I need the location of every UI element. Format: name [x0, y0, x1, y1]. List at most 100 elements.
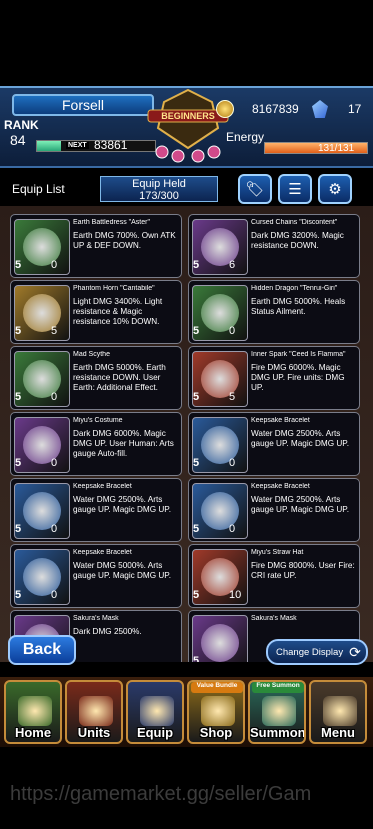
nav-units-icon: [79, 696, 113, 726]
app-root: Forsell RANK 84 NEXT 83861 BEGINNERS 816…: [0, 0, 373, 829]
player-name[interactable]: Forsell: [12, 94, 154, 116]
equip-thumbnail: [14, 285, 70, 341]
equip-title: Miyu's Straw Hat: [251, 549, 304, 556]
rank-value: 84: [10, 132, 26, 148]
equip-level: 10: [229, 589, 242, 601]
equip-thumbnail: [14, 351, 70, 407]
nav-summon-icon: [262, 696, 296, 726]
equip-stars: 5: [15, 589, 22, 601]
equip-card[interactable]: 5 5 Phantom Horn "Cantabile" Light DMG 3400…: [10, 280, 182, 344]
equip-held-label: Equip Held: [132, 178, 186, 190]
equip-card[interactable]: 5 0 Keepsake Bracelet Water DMG 2500%. Arts…: [188, 478, 360, 542]
equip-card[interactable]: 5 0 Keepsake Bracelet Water DMG 5000%. Arts…: [10, 544, 182, 608]
settings-button[interactable]: ⚙: [318, 174, 352, 204]
equip-level: 0: [229, 325, 236, 337]
equip-description: Dark DMG 3200%. Magic resistance DOWN.: [251, 231, 344, 250]
equip-card[interactable]: 5 0 Mad Scythe Earth DMG 5000%. Earth resis…: [10, 346, 182, 410]
equip-card[interactable]: 5 0 Keepsake Bracelet Water DMG 2500%. Arts…: [188, 412, 360, 476]
logo-text: BEGINNERS: [161, 111, 215, 121]
nav-units[interactable]: Units: [65, 680, 123, 744]
equip-thumbnail: [192, 483, 248, 539]
equip-stars: 5: [193, 655, 200, 662]
equip-title: Earth Battledress "Aster": [73, 219, 150, 226]
equip-title: Keepsake Bracelet: [73, 549, 132, 556]
nav-shop[interactable]: Value Bundle Shop: [187, 680, 245, 744]
gear-icon: ⚙: [328, 181, 342, 198]
nav-equip[interactable]: Equip: [126, 680, 184, 744]
equip-title: Sakura's Mask: [73, 615, 119, 622]
equip-stars: 5: [193, 391, 200, 403]
equip-level: 0: [51, 589, 58, 601]
equip-level: 0: [229, 523, 236, 535]
nav-label: Equip: [136, 725, 174, 740]
equip-stars: 5: [193, 457, 200, 469]
equip-thumbnail: [192, 615, 248, 662]
equip-stars: 5: [15, 391, 22, 403]
equip-description: Dark DMG 2500%.: [73, 627, 142, 636]
equip-title: Sakura's Mask: [251, 615, 297, 622]
nav-shop-icon: [201, 696, 235, 726]
equip-stars: 5: [15, 325, 22, 337]
tag-icon: 🏷: [245, 181, 265, 198]
equip-description: Earth DMG 5000%. Heals Status Ailment.: [251, 297, 346, 316]
nav-label: Home: [14, 725, 52, 740]
equip-stars: 5: [193, 325, 200, 337]
equip-card[interactable]: 5 0 Miyu's Costume Dark DMG 6000%. Magic DM…: [10, 412, 182, 476]
tag-button[interactable]: 🏷: [238, 174, 272, 204]
bottom-nav: Home Units Equip Value Bundle Shop Free Summo…: [0, 677, 373, 747]
equip-stars: 5: [193, 523, 200, 535]
equip-level: 0: [51, 391, 58, 403]
equip-title: Keepsake Bracelet: [251, 417, 310, 424]
sort-icon: ☰: [288, 181, 302, 198]
equip-title: Phantom Horn "Cantabile": [73, 285, 155, 292]
equip-title: Mad Scythe: [73, 351, 110, 358]
equip-description: Water DMG 2500%. Arts gauge UP. Magic DM…: [251, 495, 349, 514]
refresh-icon: ⟳: [349, 643, 361, 660]
equip-stars: 5: [15, 259, 22, 271]
nav-label: Summon: [250, 725, 306, 740]
equip-thumbnail: [14, 417, 70, 473]
back-button[interactable]: Back: [8, 635, 76, 665]
equip-card[interactable]: 5 6 Cursed Chains "Discontent" Dark DMG 320…: [188, 214, 360, 278]
equip-list-title: Equip List: [12, 182, 65, 196]
nav-home-icon: [18, 696, 52, 726]
nav-label: Menu: [321, 725, 355, 740]
xp-fill: [37, 141, 61, 151]
equip-card[interactable]: 5 0 Hidden Dragon "Tenrui-Giri" Earth DMG 5…: [188, 280, 360, 344]
gem-value: 17: [348, 102, 362, 116]
equip-level: 0: [51, 259, 58, 271]
equip-toolbar: Equip List Equip Held 173/300 🏷 ☰ ⚙: [0, 172, 373, 206]
nav-menu[interactable]: Menu: [309, 680, 367, 744]
nav-home[interactable]: Home: [4, 680, 62, 744]
equip-held-box: Equip Held 173/300: [100, 176, 218, 202]
equip-description: Fire DMG 6000%. Magic DMG UP. Fire units…: [251, 363, 345, 392]
equip-held-value: 173/300: [139, 190, 179, 202]
equip-title: Keepsake Bracelet: [73, 483, 132, 490]
equip-card[interactable]: 5 0 Keepsake Bracelet Water DMG 2500%. Arts…: [10, 478, 182, 542]
equip-stars: 5: [15, 457, 22, 469]
gold-coin-icon: [216, 100, 234, 118]
equip-thumbnail: [192, 285, 248, 341]
nav-menu-icon: [323, 696, 357, 726]
equip-description: Dark DMG 6000%. Magic DMG UP. User Human…: [73, 429, 174, 458]
nav-summon[interactable]: Free Summon Summon: [248, 680, 306, 744]
equip-title: Miyu's Costume: [73, 417, 123, 424]
equip-thumbnail: [14, 549, 70, 605]
change-display-button[interactable]: Change Display ⟳: [266, 639, 368, 665]
equip-description: Water DMG 2500%. Arts gauge UP. Magic DM…: [73, 495, 171, 514]
equip-description: Earth DMG 700%. Own ATK UP & DEF DOWN.: [73, 231, 176, 250]
energy-value: 131/131: [318, 143, 355, 154]
equip-thumbnail: [192, 351, 248, 407]
rank-label: RANK: [4, 118, 39, 132]
equip-level: 0: [229, 457, 236, 469]
equip-card[interactable]: 5 0 Earth Battledress "Aster" Earth DMG 700…: [10, 214, 182, 278]
equip-stars: 5: [193, 589, 200, 601]
equip-card[interactable]: 5 10 Miyu's Straw Hat Fire DMG 8000%. User …: [188, 544, 360, 608]
gold-value: 8167839: [252, 102, 299, 116]
player-header: Forsell RANK 84 NEXT 83861 BEGINNERS 816…: [0, 86, 373, 168]
equip-card[interactable]: 5 5 Inner Spark "Ceed Is Flamma" Fire DMG 6…: [188, 346, 360, 410]
sort-button[interactable]: ☰: [278, 174, 312, 204]
next-label: NEXT: [66, 142, 89, 149]
equip-thumbnail: [14, 483, 70, 539]
equip-title: Cursed Chains "Discontent": [251, 219, 338, 226]
